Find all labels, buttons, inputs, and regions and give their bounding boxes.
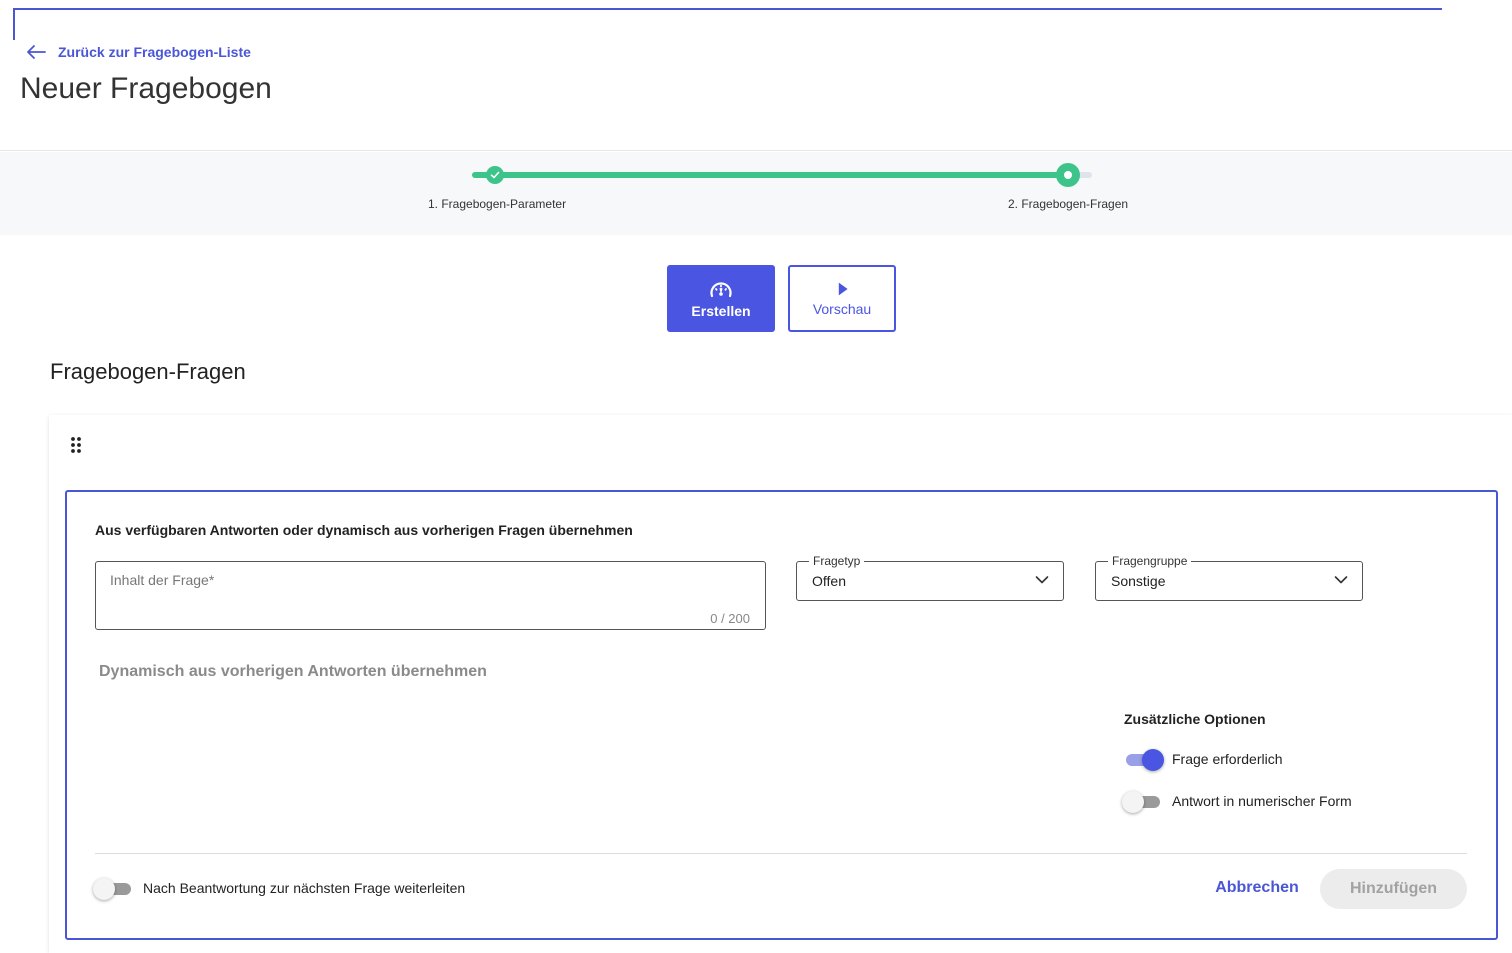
step-1-indicator[interactable]	[486, 166, 504, 184]
chevron-down-icon	[1334, 576, 1348, 584]
top-frame	[13, 8, 1442, 40]
chevron-down-icon	[1035, 576, 1049, 584]
page-header: Zurück zur Fragebogen-Liste Neuer Frageb…	[0, 0, 1512, 151]
create-mode-button[interactable]: Erstellen	[667, 265, 775, 332]
question-group-label: Fragengruppe	[1108, 554, 1192, 568]
dynamic-answers-label: Dynamisch aus vorherigen Antworten übern…	[99, 663, 487, 680]
option-numeric-answer: Antwort in numerischer Form	[1122, 791, 1352, 813]
preview-mode-button[interactable]: Vorschau	[788, 265, 896, 332]
forward-next-question-toggle[interactable]	[93, 878, 133, 900]
stepper-progress	[472, 172, 1068, 178]
play-icon	[838, 282, 848, 295]
step-2-indicator[interactable]	[1056, 163, 1080, 187]
question-type-select[interactable]: Fragetyp Offen	[796, 554, 1064, 601]
gauge-icon	[710, 281, 732, 297]
additional-options-title: Zusätzliche Optionen	[1124, 711, 1266, 727]
preview-mode-label: Vorschau	[812, 300, 872, 317]
question-group-value: Sonstige	[1111, 573, 1166, 589]
forward-next-question-label: Nach Beantwortung zur nächsten Frage wei…	[143, 880, 466, 896]
drag-handle-icon[interactable]	[69, 436, 83, 454]
editor-heading: Aus verfügbaren Antworten oder dynamisch…	[95, 522, 633, 538]
question-editor: Aus verfügbaren Antworten oder dynamisch…	[65, 490, 1498, 940]
forward-next-question-option: Nach Beantwortung zur nächsten Frage wei…	[93, 878, 466, 900]
stepper-track	[472, 163, 1092, 187]
arrow-left-icon	[27, 45, 46, 59]
question-type-label: Fragetyp	[809, 554, 865, 568]
question-required-label: Frage erforderlich	[1172, 751, 1283, 767]
cancel-button[interactable]: Abbrechen	[1207, 869, 1307, 907]
question-card: Aus verfügbaren Antworten oder dynamisch…	[49, 415, 1512, 953]
main-content: Erstellen Vorschau Fragebogen-Fragen Aus…	[20, 235, 1512, 953]
question-group-select[interactable]: Fragengruppe Sonstige	[1095, 554, 1363, 601]
question-type-value: Offen	[812, 573, 846, 589]
create-mode-label: Erstellen	[691, 302, 751, 319]
numeric-answer-toggle[interactable]	[1122, 791, 1162, 813]
question-content-field[interactable]: 0 / 200	[95, 561, 766, 630]
numeric-answer-label: Antwort in numerischer Form	[1172, 793, 1352, 809]
divider	[95, 853, 1467, 854]
back-link-label[interactable]: Zurück zur Fragebogen-Liste	[58, 44, 251, 60]
section-title: Fragebogen-Fragen	[50, 359, 246, 384]
page-title: Neuer Fragebogen	[20, 72, 272, 105]
question-required-toggle[interactable]	[1124, 749, 1164, 771]
step-1-label[interactable]: 1. Fragebogen-Parameter	[428, 197, 566, 211]
question-content-input[interactable]	[110, 572, 750, 610]
check-icon	[490, 171, 500, 179]
step-2-label[interactable]: 2. Fragebogen-Fragen	[1008, 197, 1128, 211]
back-to-list-link[interactable]: Zurück zur Fragebogen-Liste	[26, 44, 251, 60]
stepper: 1. Fragebogen-Parameter 2. Fragebogen-Fr…	[0, 152, 1512, 235]
option-question-required: Frage erforderlich	[1124, 749, 1283, 771]
character-counter: 0 / 200	[710, 611, 750, 626]
add-button[interactable]: Hinzufügen	[1320, 869, 1467, 909]
